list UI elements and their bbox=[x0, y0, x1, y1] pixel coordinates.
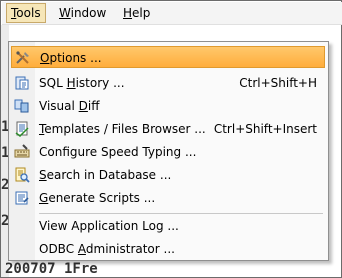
menu-window[interactable]: Window bbox=[55, 4, 110, 22]
menu-item-generate-scripts[interactable]: Generate Scripts ... bbox=[11, 187, 325, 209]
speed-typing-icon bbox=[14, 144, 30, 158]
templates-browser-icon bbox=[15, 121, 29, 137]
menu-help[interactable]: Help bbox=[119, 4, 154, 22]
menu-item-view-application-log[interactable]: View Application Log ... bbox=[11, 215, 325, 237]
menu-separator bbox=[39, 213, 323, 214]
menu-item-search-in-database[interactable]: Search in Database ... bbox=[11, 164, 325, 186]
menu-item-configure-speed-typing[interactable]: Configure Speed Typing ... bbox=[11, 141, 325, 163]
generate-scripts-icon bbox=[15, 191, 29, 205]
menu-item-templates-files-browser[interactable]: Templates / Files Browser ... Ctrl+Shift… bbox=[11, 118, 325, 140]
visual-diff-icon bbox=[14, 99, 29, 113]
menu-item-odbc-administrator[interactable]: ODBC Administrator ... bbox=[11, 238, 325, 260]
menu-tools[interactable]: Tools bbox=[6, 3, 46, 23]
menu-item-visual-diff[interactable]: Visual Diff bbox=[11, 95, 325, 117]
sql-history-icon bbox=[15, 76, 29, 90]
search-database-icon bbox=[15, 167, 30, 183]
tools-dropdown-menu: Options ... SQL History ... Ctrl+Shift+H… bbox=[8, 41, 329, 261]
menu-item-options[interactable]: Options ... bbox=[11, 46, 325, 68]
background-text-line: 200707 1Fre bbox=[5, 261, 98, 277]
menu-bar: Tools Window Help bbox=[2, 2, 342, 25]
wrench-screwdriver-icon bbox=[16, 51, 29, 64]
menu-item-sql-history[interactable]: SQL History ... Ctrl+Shift+H bbox=[11, 72, 325, 94]
